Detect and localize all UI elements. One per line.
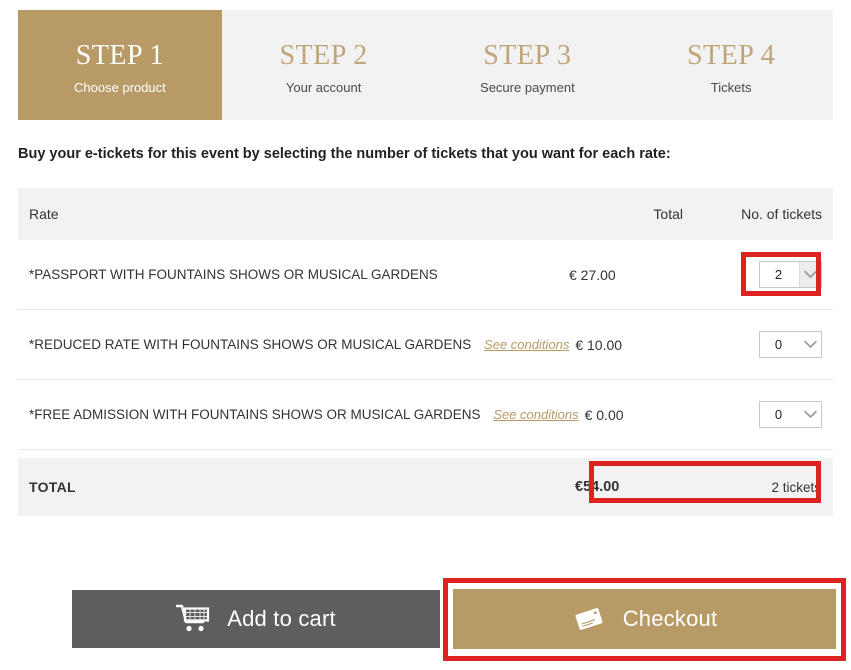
rate-price-cell: € 10.00 <box>575 336 623 353</box>
rate-label: *FREE ADMISSION WITH FOUNTAINS SHOWS OR … <box>29 407 481 422</box>
rate-price-cell: € 27.00 <box>569 266 616 283</box>
ticket-icon <box>572 604 606 634</box>
see-conditions-link[interactable]: See conditions <box>484 337 569 352</box>
quantity-select[interactable]: 0 <box>759 331 822 358</box>
step-subtitle: Your account <box>285 79 362 95</box>
quantity-select[interactable]: 0 <box>759 401 822 428</box>
column-header-total: Total <box>653 206 683 222</box>
rate-name-cell: *FREE ADMISSION WITH FOUNTAINS SHOWS OR … <box>18 407 579 422</box>
table-row: *PASSPORT WITH FOUNTAINS SHOWS OR MUSICA… <box>18 240 833 310</box>
total-label: TOTAL <box>29 479 76 495</box>
column-header-tickets: No. of tickets <box>741 206 822 222</box>
step-item-4[interactable]: STEP 4 Tickets <box>629 10 833 120</box>
intro-text: Buy your e-tickets for this event by sel… <box>18 146 671 162</box>
step-title: STEP 1 <box>75 40 165 72</box>
step-title: STEP 3 <box>483 40 572 72</box>
step-title: STEP 2 <box>279 40 368 72</box>
step-item-1[interactable]: STEP 1 Choose product <box>18 10 222 120</box>
chevron-down-icon <box>799 262 821 287</box>
rates-table: Rate Total No. of tickets *PASSPORT WITH… <box>18 188 833 516</box>
chevron-down-icon <box>799 332 821 357</box>
rate-name-cell: *PASSPORT WITH FOUNTAINS SHOWS OR MUSICA… <box>18 267 563 282</box>
checkout-steps-bar: STEP 1 Choose product STEP 2 Your accoun… <box>18 10 833 120</box>
checkout-label: Checkout <box>622 606 718 631</box>
step-subtitle: Choose product <box>73 79 166 95</box>
step-subtitle: Secure payment <box>480 79 575 95</box>
total-amount: €54.00 <box>575 479 620 495</box>
quantity-select[interactable]: 2 <box>759 261 822 288</box>
rate-quantity-cell: 2 <box>683 261 833 288</box>
quantity-select-value: 0 <box>774 337 783 352</box>
shopping-cart-icon <box>176 604 210 634</box>
rate-quantity-cell: 0 <box>686 331 833 358</box>
step-item-3[interactable]: STEP 3 Secure payment <box>426 10 630 120</box>
total-row: TOTAL €54.00 2 tickets <box>18 458 833 516</box>
step-item-2[interactable]: STEP 2 Your account <box>222 10 426 120</box>
table-row: *FREE ADMISSION WITH FOUNTAINS SHOWS OR … <box>18 380 833 450</box>
step-title: STEP 4 <box>686 40 776 72</box>
table-header-row: Rate Total No. of tickets <box>18 188 833 240</box>
step-subtitle: Tickets <box>710 79 752 95</box>
table-row: *REDUCED RATE WITH FOUNTAINS SHOWS OR MU… <box>18 310 833 380</box>
rate-label: *REDUCED RATE WITH FOUNTAINS SHOWS OR MU… <box>29 337 472 352</box>
add-to-cart-button[interactable]: Add to cart <box>72 590 440 648</box>
column-header-rate: Rate <box>29 206 59 222</box>
quantity-select-value: 0 <box>774 407 783 422</box>
rate-quantity-cell: 0 <box>692 401 833 428</box>
checkout-button[interactable]: Checkout <box>453 589 836 649</box>
quantity-select-value: 2 <box>774 267 783 282</box>
rate-name-cell: *REDUCED RATE WITH FOUNTAINS SHOWS OR MU… <box>18 337 569 352</box>
total-ticket-count: 2 tickets <box>771 479 821 495</box>
add-to-cart-label: Add to cart <box>227 606 336 631</box>
rate-price-cell: € 0.00 <box>584 406 624 423</box>
chevron-down-icon <box>799 402 821 427</box>
ticket-purchase-page: STEP 1 Choose product STEP 2 Your accoun… <box>0 0 851 670</box>
see-conditions-link[interactable]: See conditions <box>493 407 578 422</box>
rate-label: *PASSPORT WITH FOUNTAINS SHOWS OR MUSICA… <box>29 267 438 282</box>
